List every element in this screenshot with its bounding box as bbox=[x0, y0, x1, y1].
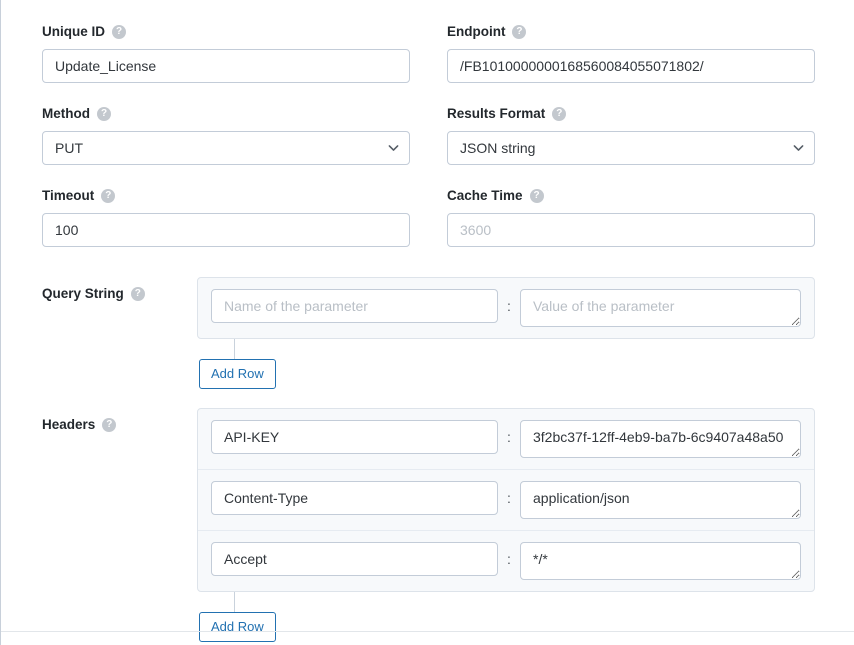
headers-add-row-button[interactable]: Add Row bbox=[199, 612, 276, 642]
results-format-select-value: JSON string bbox=[447, 131, 815, 165]
header-value-input[interactable] bbox=[520, 542, 801, 580]
cache-time-input[interactable] bbox=[447, 213, 815, 247]
kv-separator: : bbox=[507, 551, 511, 567]
label-query-string-text: Query String bbox=[42, 286, 124, 302]
help-icon[interactable]: ? bbox=[512, 25, 527, 39]
kv-separator: : bbox=[507, 490, 511, 506]
label-timeout: Timeout ? bbox=[42, 189, 410, 203]
query-string-body: : Add Row bbox=[197, 277, 815, 389]
help-icon[interactable]: ? bbox=[529, 189, 544, 203]
help-icon[interactable]: ? bbox=[102, 418, 117, 432]
table-row: : bbox=[198, 409, 814, 469]
field-unique-id: Unique ID ? bbox=[42, 25, 410, 83]
kv-separator: : bbox=[507, 298, 511, 314]
field-method: Method ? PUT bbox=[42, 107, 410, 165]
help-icon[interactable]: ? bbox=[112, 25, 126, 39]
label-headers-text: Headers bbox=[42, 417, 96, 433]
header-value-input[interactable] bbox=[520, 420, 801, 458]
endpoint-input[interactable] bbox=[447, 49, 815, 83]
settings-form-panel: Unique ID ? Endpoint ? Method ? PUT bbox=[0, 0, 854, 645]
table-row: : bbox=[198, 469, 814, 530]
label-query-string: Query String ? bbox=[42, 277, 197, 389]
query-string-add-row-button[interactable]: Add Row bbox=[199, 359, 276, 389]
header-name-input[interactable] bbox=[211, 542, 498, 576]
header-value-input[interactable] bbox=[520, 481, 801, 519]
query-string-value-input[interactable] bbox=[520, 289, 801, 327]
label-unique-id: Unique ID ? bbox=[42, 25, 410, 39]
help-icon[interactable]: ? bbox=[130, 287, 145, 301]
label-endpoint: Endpoint ? bbox=[447, 25, 815, 39]
help-icon[interactable]: ? bbox=[101, 189, 116, 203]
headers-section: Headers ? : : : bbox=[42, 408, 815, 642]
method-select[interactable]: PUT bbox=[42, 131, 410, 165]
unique-id-input[interactable] bbox=[42, 49, 410, 83]
label-results-format: Results Format ? bbox=[447, 107, 815, 121]
field-results-format: Results Format ? JSON string bbox=[447, 107, 815, 165]
bottom-divider bbox=[1, 631, 854, 632]
label-method-text: Method bbox=[42, 106, 90, 122]
query-string-name-input[interactable] bbox=[211, 289, 498, 323]
table-row: : bbox=[198, 530, 814, 591]
label-results-format-text: Results Format bbox=[447, 106, 546, 122]
label-headers: Headers ? bbox=[42, 408, 197, 642]
kv-separator: : bbox=[507, 429, 511, 445]
field-timeout: Timeout ? bbox=[42, 189, 410, 247]
results-format-select[interactable]: JSON string bbox=[447, 131, 815, 165]
label-method: Method ? bbox=[42, 107, 410, 121]
label-cache-time: Cache Time ? bbox=[447, 189, 815, 203]
label-cache-time-text: Cache Time bbox=[447, 188, 523, 204]
header-name-input[interactable] bbox=[211, 420, 498, 454]
connector-line bbox=[234, 339, 235, 359]
field-grid: Unique ID ? Endpoint ? Method ? PUT bbox=[42, 25, 815, 271]
field-endpoint: Endpoint ? bbox=[447, 25, 815, 83]
connector-line bbox=[234, 592, 235, 612]
field-cache-time: Cache Time ? bbox=[447, 189, 815, 247]
label-unique-id-text: Unique ID bbox=[42, 24, 105, 40]
query-string-add-wrap: Add Row bbox=[197, 339, 815, 389]
query-string-rows: : bbox=[197, 277, 815, 339]
label-endpoint-text: Endpoint bbox=[447, 24, 506, 40]
label-timeout-text: Timeout bbox=[42, 188, 95, 204]
timeout-input[interactable] bbox=[42, 213, 410, 247]
help-icon[interactable]: ? bbox=[97, 107, 111, 121]
help-icon[interactable]: ? bbox=[552, 107, 567, 121]
query-string-section: Query String ? : Add Row bbox=[42, 277, 815, 389]
header-name-input[interactable] bbox=[211, 481, 498, 515]
table-row: : bbox=[198, 278, 814, 338]
headers-body: : : : Add Row bbox=[197, 408, 815, 642]
headers-rows: : : : bbox=[197, 408, 815, 592]
headers-add-wrap: Add Row bbox=[197, 592, 815, 642]
method-select-value: PUT bbox=[42, 131, 410, 165]
